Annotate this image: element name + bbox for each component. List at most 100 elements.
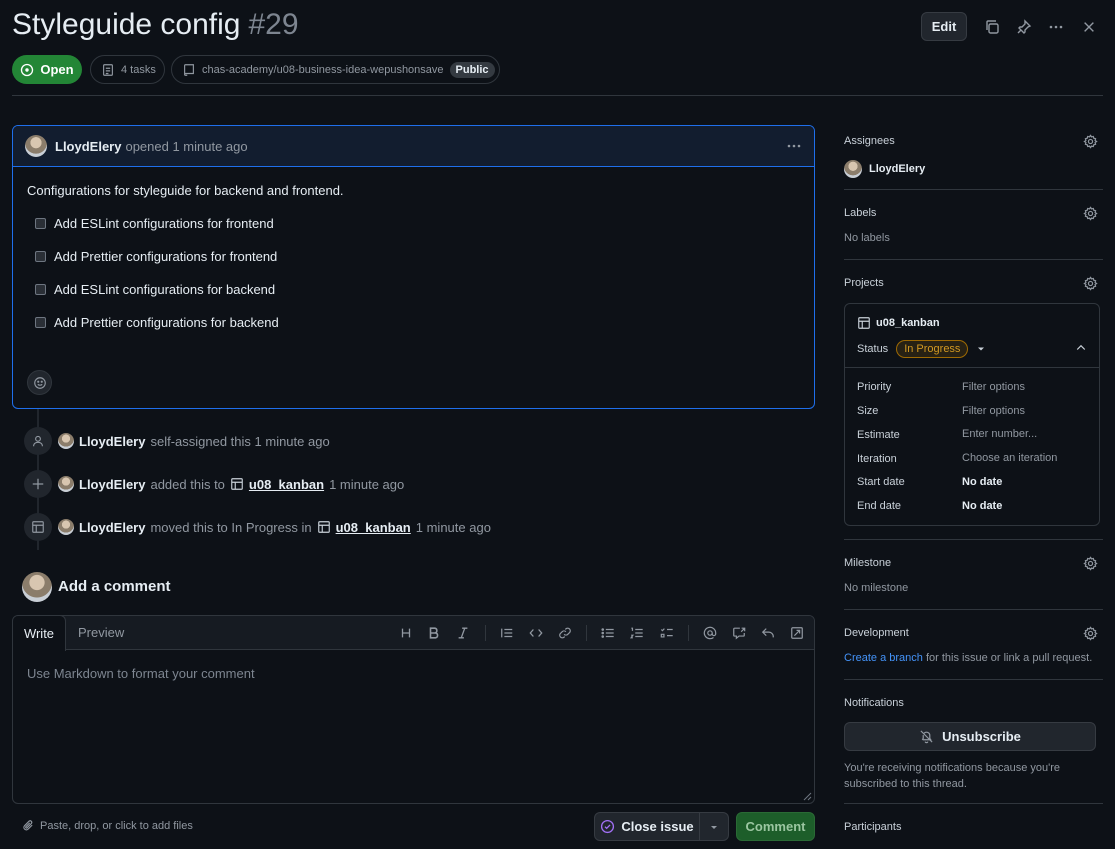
projects-heading[interactable]: Projects xyxy=(844,277,884,289)
issue-title: Styleguide config #29 xyxy=(12,8,299,42)
more-options-icon[interactable] xyxy=(1046,17,1066,37)
project-link[interactable]: u08_kanban xyxy=(336,520,411,535)
header-divider xyxy=(12,95,1103,96)
close-issue-button[interactable]: Close issue xyxy=(594,812,700,841)
repo-icon xyxy=(184,63,194,76)
issue-open-icon xyxy=(21,63,34,76)
field-priority-value[interactable]: Filter options xyxy=(962,381,1025,393)
task-checkbox[interactable] xyxy=(35,284,46,295)
avatar[interactable] xyxy=(58,433,74,449)
avatar[interactable] xyxy=(58,476,74,492)
milestone-heading[interactable]: Milestone xyxy=(844,557,891,569)
heading-icon[interactable] xyxy=(397,624,415,642)
field-start-date-label: Start date xyxy=(857,476,905,488)
participants-heading: Participants xyxy=(844,821,902,833)
development-text: Create a branch for this issue or link a… xyxy=(844,652,1092,664)
event-user[interactable]: LloydElery xyxy=(79,434,145,449)
tasks-pill[interactable]: 4 tasks xyxy=(90,55,165,84)
comment-textarea[interactable]: Use Markdown to format your comment xyxy=(27,666,255,681)
table-icon xyxy=(231,478,243,490)
field-end-date-value[interactable]: No date xyxy=(962,500,1002,512)
unsubscribe-label: Unsubscribe xyxy=(942,729,1021,744)
gear-icon[interactable] xyxy=(1083,626,1099,642)
bell-slash-icon xyxy=(920,730,933,744)
field-estimate-value[interactable]: Enter number... xyxy=(962,428,1037,440)
add-reaction-button[interactable] xyxy=(27,370,52,395)
gear-icon[interactable] xyxy=(1083,206,1099,222)
resize-handle-icon[interactable] xyxy=(803,792,812,801)
sidebar-divider xyxy=(844,679,1103,680)
tab-preview[interactable]: Preview xyxy=(78,625,124,640)
status-badge[interactable]: In Progress xyxy=(896,340,969,358)
event-time: 1 minute ago xyxy=(415,519,491,535)
link-icon[interactable] xyxy=(556,624,574,642)
development-heading[interactable]: Development xyxy=(844,627,909,639)
repo-name: chas-academy/u08-business-idea-wepushons… xyxy=(202,63,444,76)
gear-icon[interactable] xyxy=(1083,134,1099,150)
comment-more-icon[interactable] xyxy=(786,138,802,154)
gear-icon[interactable] xyxy=(1083,276,1099,292)
italic-icon[interactable] xyxy=(454,624,472,642)
field-estimate-label: Estimate xyxy=(857,429,900,441)
unordered-list-icon[interactable] xyxy=(599,624,617,642)
task-checkbox[interactable] xyxy=(35,251,46,262)
close-options-button[interactable] xyxy=(700,812,729,841)
timeline-event: LloydElery self-assigned this 1 minute a… xyxy=(58,433,330,449)
pin-icon[interactable] xyxy=(1014,17,1034,37)
reply-icon[interactable] xyxy=(759,624,777,642)
task-checkbox[interactable] xyxy=(35,218,46,229)
event-time: 1 minute ago xyxy=(329,476,405,492)
comment-author[interactable]: LloydElery xyxy=(55,139,121,154)
visibility-badge: Public xyxy=(449,61,495,78)
task-list-icon[interactable] xyxy=(658,624,676,642)
repo-pill[interactable]: chas-academy/u08-business-idea-wepushons… xyxy=(171,55,500,84)
task-label: Add ESLint configurations for backend xyxy=(54,282,276,297)
avatar[interactable] xyxy=(25,135,47,157)
field-size-value[interactable]: Filter options xyxy=(962,405,1025,417)
attach-files[interactable]: Paste, drop, or click to add files xyxy=(22,819,193,832)
assignee-item[interactable]: LloydElery xyxy=(844,160,925,178)
chevron-down-icon xyxy=(711,825,717,829)
sidebar-divider xyxy=(844,259,1103,260)
field-iteration-value[interactable]: Choose an iteration xyxy=(962,452,1057,464)
field-size-label: Size xyxy=(857,405,879,417)
edit-button[interactable]: Edit xyxy=(921,12,967,41)
cross-reference-icon[interactable] xyxy=(730,624,748,642)
copy-icon[interactable] xyxy=(982,17,1002,37)
chevron-down-icon[interactable] xyxy=(976,344,986,354)
close-icon[interactable] xyxy=(1079,17,1099,37)
fullscreen-icon[interactable] xyxy=(788,624,806,642)
tab-write[interactable]: Write xyxy=(13,616,66,651)
chevron-up-icon[interactable] xyxy=(1075,342,1087,354)
project-title[interactable]: u08_kanban xyxy=(857,316,940,330)
assignees-heading[interactable]: Assignees xyxy=(844,135,895,147)
event-user[interactable]: LloydElery xyxy=(79,520,145,535)
project-divider xyxy=(845,367,1099,368)
field-start-date-value[interactable]: No date xyxy=(962,476,1002,488)
timeline-event: LloydElery added this to u08_kanban 1 mi… xyxy=(58,476,404,492)
avatar[interactable] xyxy=(22,572,52,602)
issue-number: #29 xyxy=(248,8,299,41)
labels-heading[interactable]: Labels xyxy=(844,207,876,219)
task-checkbox[interactable] xyxy=(35,317,46,328)
bold-icon[interactable] xyxy=(425,624,443,642)
project-link[interactable]: u08_kanban xyxy=(249,477,324,492)
quote-icon[interactable] xyxy=(498,624,516,642)
unsubscribe-button[interactable]: Unsubscribe xyxy=(844,722,1096,751)
gear-icon[interactable] xyxy=(1083,556,1099,572)
table-icon xyxy=(317,521,330,533)
avatar[interactable] xyxy=(58,519,74,535)
comment-submit-button[interactable]: Comment xyxy=(736,812,815,841)
labels-value: No labels xyxy=(844,232,890,244)
code-icon[interactable] xyxy=(527,624,545,642)
issue-body-comment: LloydElery opened 1 minute ago Configura… xyxy=(12,125,815,409)
event-user[interactable]: LloydElery xyxy=(79,477,145,492)
field-priority-label: Priority xyxy=(857,381,892,393)
paste-hint: Paste, drop, or click to add files xyxy=(40,819,193,832)
assignee-name: LloydElery xyxy=(869,163,926,175)
close-issue-label: Close issue xyxy=(621,819,694,834)
create-branch-link[interactable]: Create a branch xyxy=(844,652,923,664)
project-name: u08_kanban xyxy=(876,317,940,329)
mention-icon[interactable] xyxy=(701,624,719,642)
ordered-list-icon[interactable] xyxy=(628,624,646,642)
